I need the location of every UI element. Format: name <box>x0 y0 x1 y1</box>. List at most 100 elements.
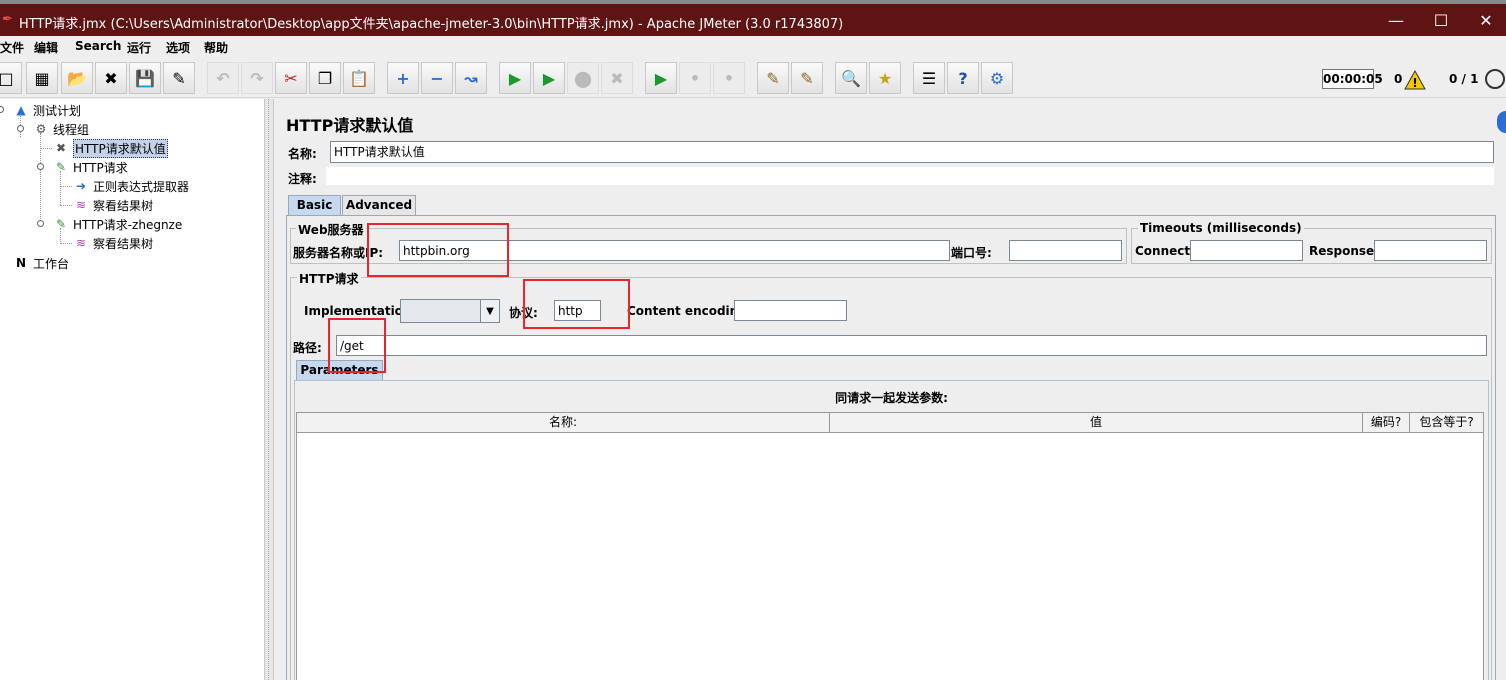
tree-node-label: 察看结果树 <box>93 198 154 213</box>
test-plan-tree: ▲ 测试计划 ⚙ 线程组 ✖ HTTP请求默认值 ✎ HTTP请求 ➜ 正则表达… <box>0 99 264 680</box>
column-header-encode[interactable]: 编码? <box>1363 413 1410 433</box>
gear-icon: ⚙ <box>35 122 47 136</box>
encoding-label: Content encoding: <box>627 304 752 318</box>
tree-toggle[interactable] <box>37 163 44 170</box>
clear-all-icon[interactable]: ✎ <box>791 62 823 94</box>
undo-icon[interactable]: ↶ <box>207 62 239 94</box>
tree-node-results-tree[interactable]: ≋ 察看结果树 <box>72 196 153 214</box>
ssl-manager-icon[interactable]: ⚙ <box>981 62 1013 94</box>
panel-title: HTTP请求默认值 <box>286 116 414 135</box>
parameters-table[interactable]: 名称: 值 编码? 包含等于? <box>296 412 1484 680</box>
document-arrow-icon: ➜ <box>75 179 87 193</box>
pane-splitter[interactable] <box>264 99 274 680</box>
name-label: 名称: <box>288 147 317 161</box>
chart-icon: ≋ <box>75 236 87 250</box>
tree-toggle[interactable] <box>37 220 44 227</box>
start-no-pause-icon[interactable]: ▶ <box>533 62 565 94</box>
menu-options[interactable]: 选项 <box>166 39 190 56</box>
templates-icon[interactable]: ▦ <box>26 62 58 94</box>
tree-node-label: HTTP请求 <box>73 160 128 175</box>
help-icon[interactable]: ? <box>947 62 979 94</box>
server-name-field[interactable]: httpbin.org <box>399 240 950 261</box>
tree-toggle[interactable] <box>0 106 4 113</box>
tools-icon: ✖ <box>55 141 67 155</box>
tree-node-label: 正则表达式提取器 <box>93 179 190 194</box>
open-icon[interactable]: 📂 <box>61 62 93 94</box>
redo-icon[interactable]: ↷ <box>241 62 273 94</box>
menu-run[interactable]: 运行 <box>127 39 151 56</box>
tree-toggle[interactable] <box>17 125 24 132</box>
tree-node-thread-group[interactable]: ⚙ 线程组 <box>32 120 89 138</box>
title-bar: ✒ HTTP请求.jmx (C:\Users\Administrator\Des… <box>0 0 1506 36</box>
clear-icon[interactable]: ✎ <box>757 62 789 94</box>
menu-file[interactable]: 文件 <box>0 39 24 56</box>
column-header-name[interactable]: 名称: <box>297 413 830 433</box>
shutdown-icon[interactable]: ✖ <box>601 62 633 94</box>
tree-node-test-plan[interactable]: ▲ 测试计划 <box>12 101 81 119</box>
pipette-icon: ✎ <box>55 217 67 231</box>
flask-icon: ▲ <box>16 103 26 117</box>
menu-edit[interactable]: 编辑 <box>34 39 58 56</box>
maximize-button[interactable]: ☐ <box>1419 8 1463 34</box>
close-button[interactable]: ✕ <box>1464 8 1506 34</box>
toggle-icon[interactable]: ↝ <box>455 62 487 94</box>
implementation-select[interactable]: ▼ <box>400 299 500 323</box>
warning-icon[interactable]: ! <box>1404 70 1426 90</box>
remote-shutdown-icon[interactable]: • <box>713 62 745 94</box>
tree-node-http-request[interactable]: ✎ HTTP请求 <box>52 158 128 176</box>
tree-node-http-defaults[interactable]: ✖ HTTP请求默认值 <box>52 138 168 158</box>
status-icon[interactable] <box>1485 69 1505 89</box>
collapse-icon[interactable]: − <box>421 62 453 94</box>
tab-advanced[interactable]: Advanced <box>342 195 416 215</box>
cut-icon[interactable]: ✂ <box>275 62 307 94</box>
tree-node-results-tree-2[interactable]: ≋ 察看结果树 <box>72 234 153 252</box>
new-icon[interactable]: □ <box>0 62 22 94</box>
tree-node-http-request-2[interactable]: ✎ HTTP请求-zhegnze <box>52 215 182 233</box>
stop-icon[interactable]: ⬤ <box>567 62 599 94</box>
menu-help[interactable]: 帮助 <box>204 39 228 56</box>
chart-icon: ≋ <box>75 198 87 212</box>
reset-search-icon[interactable]: ★ <box>869 62 901 94</box>
search-icon[interactable]: 🔍 <box>835 62 867 94</box>
menu-bar: 文件 编辑 Search 运行 选项 帮助 <box>0 36 1506 58</box>
name-field[interactable]: HTTP请求默认值 <box>330 141 1494 163</box>
function-helper-icon[interactable]: ☰ <box>913 62 945 94</box>
protocol-label: 协议: <box>509 306 538 320</box>
expand-icon[interactable]: + <box>387 62 419 94</box>
connect-field[interactable] <box>1190 240 1303 261</box>
encoding-field[interactable] <box>734 300 847 321</box>
tree-node-regex-extractor[interactable]: ➜ 正则表达式提取器 <box>72 177 189 195</box>
tree-node-workbench[interactable]: N 工作台 <box>12 254 69 272</box>
pipette-icon: ✎ <box>55 160 67 174</box>
tab-parameters[interactable]: Parameters <box>296 360 383 380</box>
port-field[interactable] <box>1009 240 1122 261</box>
column-header-value[interactable]: 值 <box>830 413 1363 433</box>
remote-stop-icon[interactable]: • <box>679 62 711 94</box>
close-file-icon[interactable]: ✖ <box>95 62 127 94</box>
tree-node-label: HTTP请求默认值 <box>73 138 168 158</box>
tree-node-label: 测试计划 <box>33 103 82 118</box>
workbench-icon: N <box>15 256 27 270</box>
path-field[interactable]: /get <box>336 335 1487 356</box>
column-header-include-equals[interactable]: 包含等于? <box>1410 413 1483 433</box>
toolbar: □ ▦ 📂 ✖ 💾 ✎ ↶ ↷ ✂ ❐ 📋 + − ↝ ▶ ▶ ⬤ ✖ ▶ • … <box>0 58 1506 98</box>
connect-label: Connect: <box>1135 244 1195 258</box>
paste-icon[interactable]: 📋 <box>343 62 375 94</box>
chevron-down-icon[interactable]: ▼ <box>480 300 499 322</box>
tab-basic[interactable]: Basic <box>288 195 341 215</box>
remote-start-icon[interactable]: ▶ <box>645 62 677 94</box>
save-as-icon[interactable]: ✎ <box>163 62 195 94</box>
save-icon[interactable]: 💾 <box>129 62 161 94</box>
config-panel: HTTP请求默认值 名称: HTTP请求默认值 注释: Basic Advanc… <box>275 99 1506 680</box>
side-help-icon[interactable] <box>1497 111 1506 133</box>
menu-search[interactable]: Search <box>75 39 121 53</box>
http-request-title: HTTP请求 <box>297 270 361 287</box>
start-icon[interactable]: ▶ <box>499 62 531 94</box>
minimize-button[interactable]: — <box>1374 8 1418 34</box>
protocol-field[interactable]: http <box>554 300 601 321</box>
copy-icon[interactable]: ❐ <box>309 62 341 94</box>
comment-field[interactable] <box>326 167 1494 185</box>
response-field[interactable] <box>1374 240 1487 261</box>
timeouts-title: Timeouts (milliseconds) <box>1138 221 1304 235</box>
tree-node-label: HTTP请求-zhegnze <box>73 217 183 232</box>
